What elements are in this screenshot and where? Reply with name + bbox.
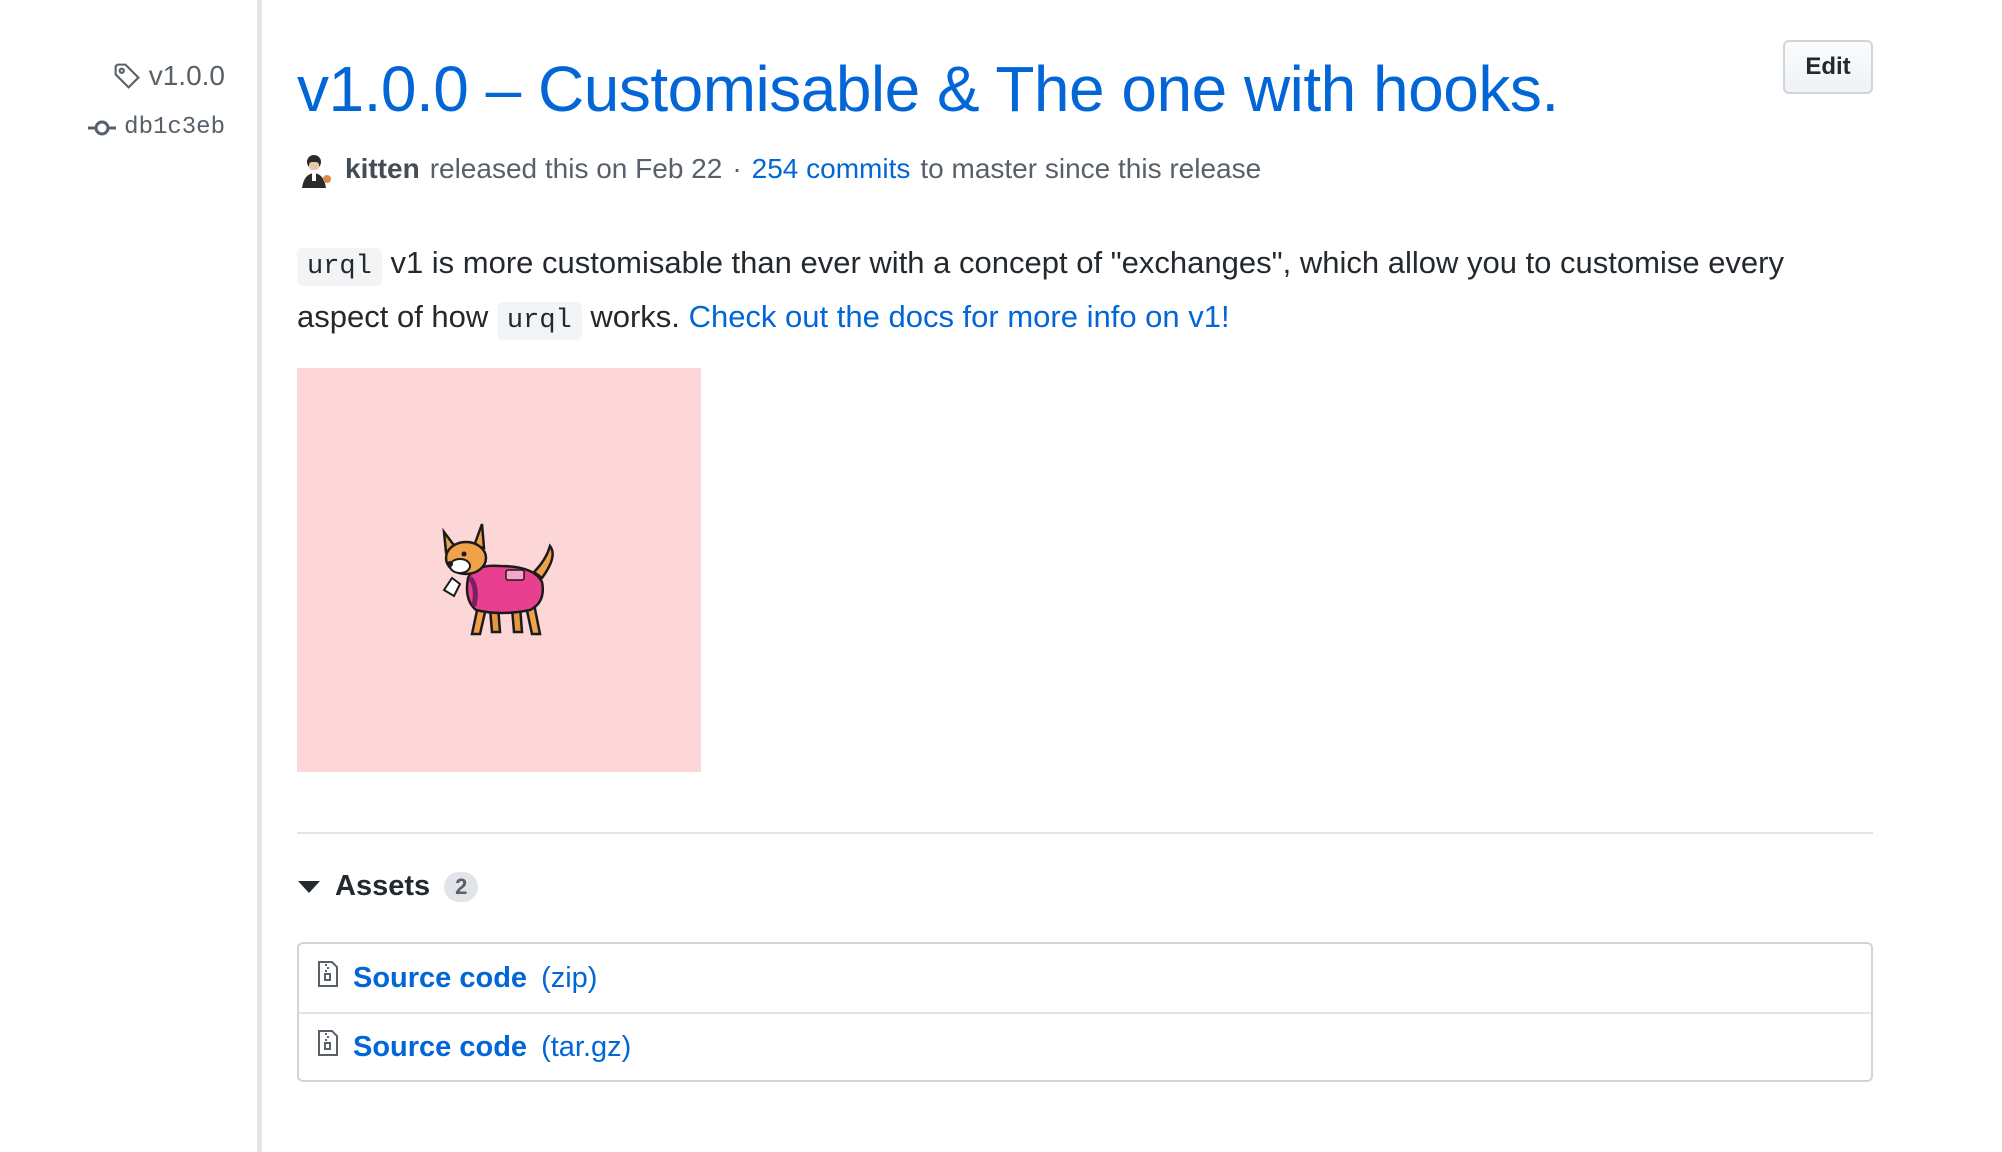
release-page: v1.0.0 db1c3eb v1.0.0 – Customisable & T… [0, 0, 2002, 1152]
commit-link[interactable]: db1c3eb [88, 114, 225, 141]
description-text: works. [590, 299, 680, 334]
assets-count-badge: 2 [444, 871, 479, 902]
file-zip-icon [317, 960, 339, 996]
section-divider [297, 832, 1873, 834]
commits-suffix: to master since this release [920, 153, 1262, 184]
commits-link[interactable]: 254 commits [752, 153, 911, 185]
asset-extension[interactable]: (tar.gz) [541, 1031, 631, 1064]
asset-extension[interactable]: (zip) [541, 962, 597, 995]
release-title[interactable]: v1.0.0 – Customisable & The one with hoo… [297, 52, 1559, 126]
file-zip-icon [317, 1029, 339, 1065]
byline-separator: · [732, 153, 742, 184]
inline-code: urql [297, 248, 382, 286]
asset-list: Source code (zip) Source code (tar.gz) [297, 942, 1873, 1082]
tag-label: v1.0.0 [148, 60, 225, 91]
asset-name[interactable]: Source code [353, 962, 527, 995]
release-byline: kitten released this on Feb 22 · 254 com… [297, 150, 1261, 188]
tag-icon [113, 62, 141, 90]
author-link[interactable]: kitten [345, 153, 420, 185]
avatar[interactable] [297, 150, 335, 188]
inline-code: urql [496, 302, 582, 340]
caret-down-icon [298, 880, 320, 893]
release-image[interactable] [297, 368, 701, 772]
asset-item[interactable]: Source code (tar.gz) [299, 1012, 1871, 1080]
edit-button[interactable]: Edit [1783, 40, 1873, 94]
tag-link[interactable]: v1.0.0 [113, 60, 225, 92]
docs-link[interactable]: Check out the docs for more info on v1! [689, 299, 1230, 334]
git-commit-icon [88, 119, 117, 137]
dog-illustration-icon [442, 523, 554, 636]
released-text: released this on Feb 22 [429, 153, 723, 184]
asset-item[interactable]: Source code (zip) [299, 944, 1871, 1012]
asset-name[interactable]: Source code [353, 1031, 527, 1064]
assets-heading: Assets [335, 870, 431, 902]
release-meta-sidebar: v1.0.0 db1c3eb [0, 0, 262, 1152]
release-description: urql v1 is more customisable than ever w… [297, 238, 1877, 346]
assets-toggle[interactable]: Assets 2 [297, 870, 479, 903]
commit-sha: db1c3eb [124, 114, 225, 141]
